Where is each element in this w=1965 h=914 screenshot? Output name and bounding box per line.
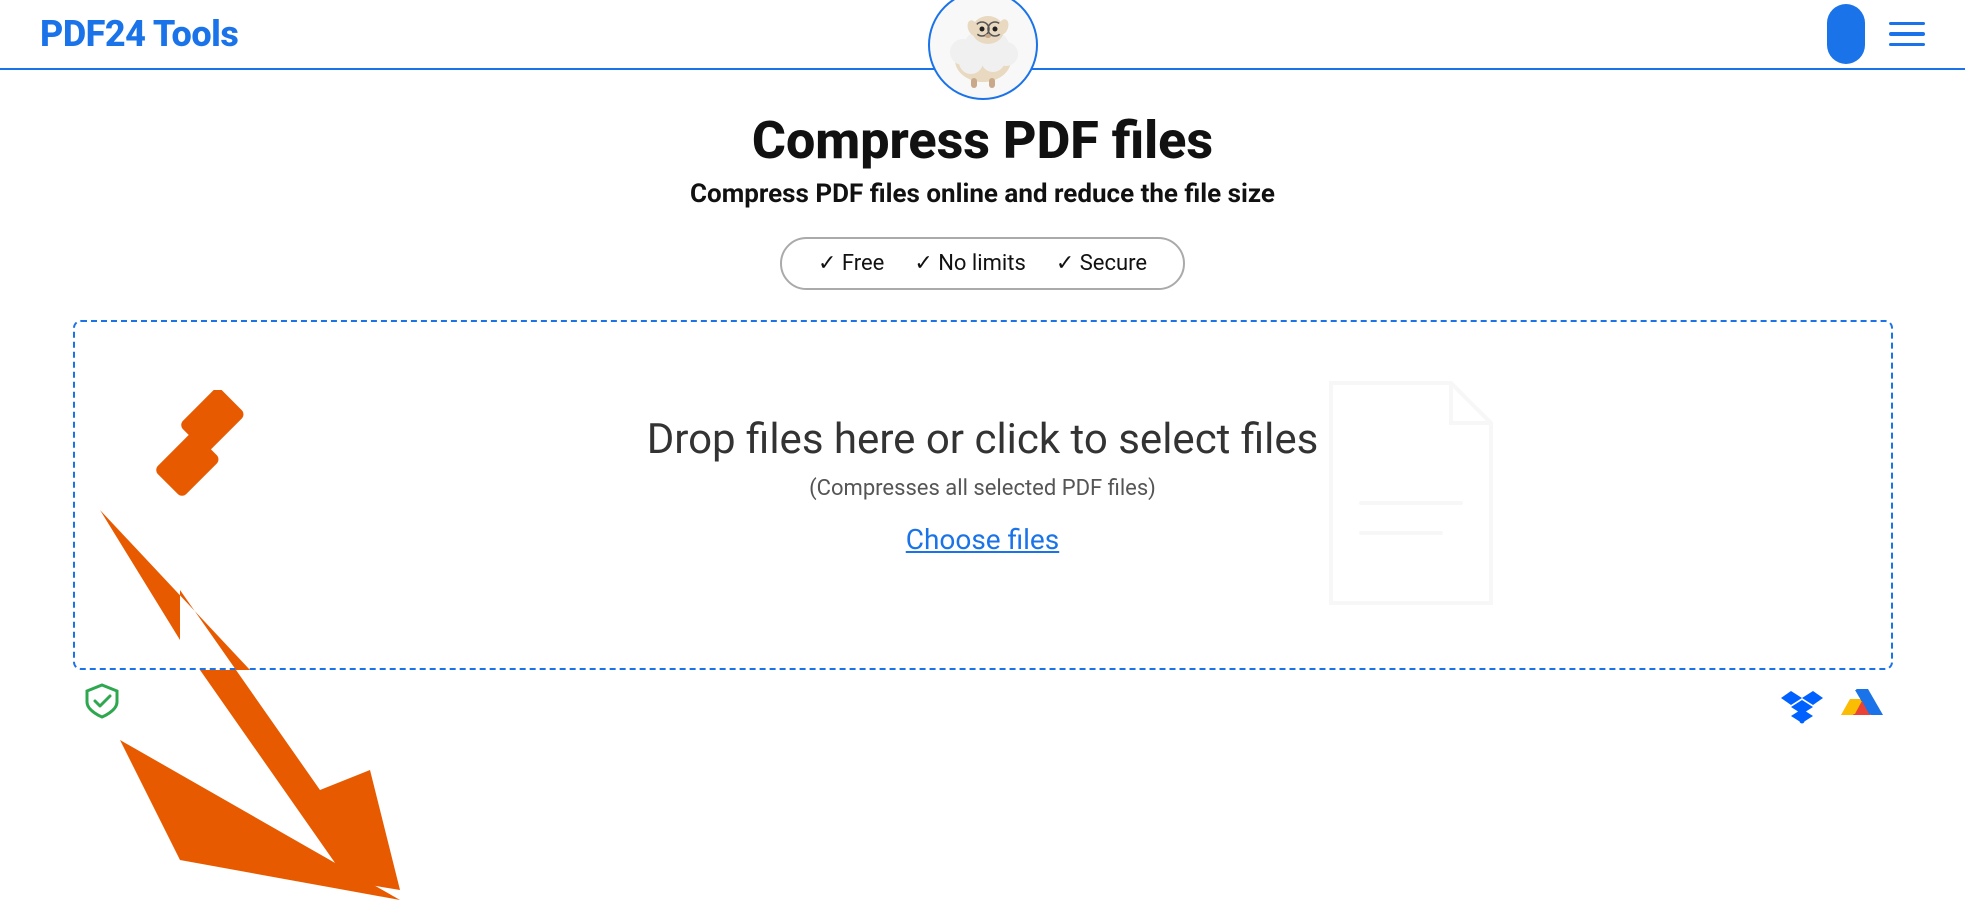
badges-pill: ✓ Free ✓ No limits ✓ Secure [780,237,1185,290]
drop-main-text: Drop files here or click to select files [647,415,1319,464]
hamburger-icon[interactable] [1889,22,1925,47]
badges-container: ✓ Free ✓ No limits ✓ Secure [780,237,1185,290]
hamburger-line-1 [1889,22,1925,26]
hamburger-line-2 [1889,32,1925,36]
cloud-icons [1781,687,1883,725]
choose-files-link[interactable]: Choose files [906,523,1059,556]
dropbox-icon[interactable] [1781,687,1823,725]
arrow-decoration [20,390,440,914]
file-ghost-icon [1311,373,1511,617]
drop-sub-text: (Compresses all selected PDF files) [809,476,1156,501]
badge-free: ✓ Free [818,251,884,276]
google-drive-icon[interactable] [1841,687,1883,725]
page-title: Compress PDF files [752,110,1213,171]
arrow-svg [20,390,440,910]
hamburger-line-3 [1889,43,1925,47]
page-subtitle: Compress PDF files online and reduce the… [690,179,1275,209]
main-content: Compress PDF files Compress PDF files on… [0,70,1965,729]
badge-nolimits: ✓ No limits [914,251,1025,276]
badge-secure: ✓ Secure [1056,251,1147,276]
header: PDF24 Tools [0,0,1965,70]
user-icon[interactable] [1827,4,1865,64]
header-right [1827,4,1925,64]
logo[interactable]: PDF24 Tools [40,13,238,55]
